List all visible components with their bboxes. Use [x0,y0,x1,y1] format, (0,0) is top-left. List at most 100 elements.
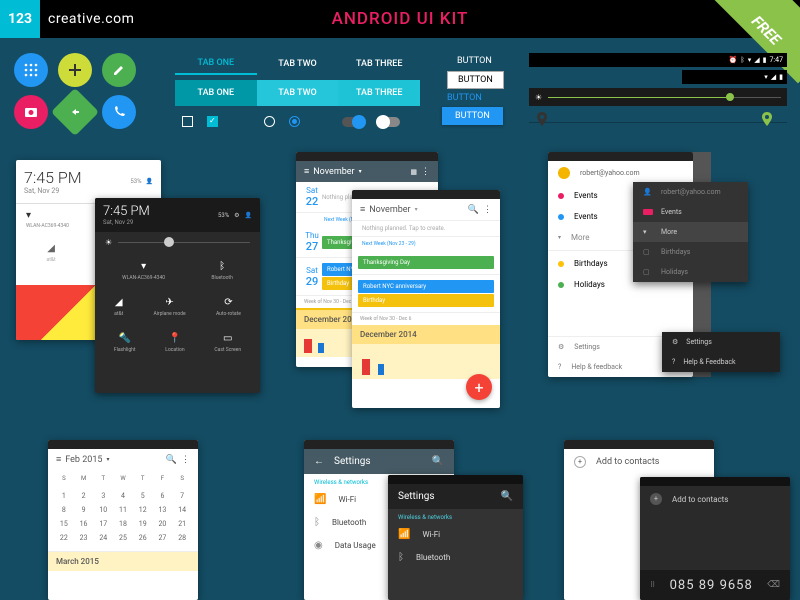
add-contact-icon[interactable]: + [574,456,586,468]
date-cell[interactable]: 2 [74,489,94,503]
tab-one-solid[interactable]: TAB ONE [175,80,257,106]
menu-icon[interactable]: ≡ [360,204,365,215]
settings-wifi-dark[interactable]: 📶Wi-Fi [388,523,523,546]
menu-icon[interactable]: ≡ [304,166,309,177]
more-icon[interactable]: ⋮ [181,455,190,465]
tab-two[interactable]: TAB TWO [257,53,339,75]
radio-unchecked[interactable] [264,116,275,127]
menu-email: 👤robert@yahoo.com [633,182,748,202]
tab-three[interactable]: TAB THREE [338,53,420,75]
wifi-icon: ▾ [764,73,768,81]
tab-one[interactable]: TAB ONE [175,53,257,75]
calendar-header[interactable]: ≡ November▾ ▦ ⋮ [296,161,438,182]
more-icon[interactable]: ⋮ [483,205,492,215]
back-icon[interactable]: ← [314,456,324,467]
add-icon[interactable] [58,53,92,87]
date-cell[interactable]: 5 [133,489,153,503]
camera-icon[interactable] [14,95,48,129]
menu-help[interactable]: ?Help & Feedback [662,352,780,372]
checkbox-checked[interactable] [207,116,218,127]
date-cell[interactable]: 26 [133,531,153,545]
qs-signal[interactable]: ◢at&t [47,243,56,263]
date-cell[interactable]: 22 [54,531,74,545]
qs-rotate[interactable]: ⟳Auto-rotate [216,297,241,317]
date-cell[interactable]: 10 [93,503,113,517]
tab-three-solid[interactable]: TAB THREE [338,80,420,106]
date-cell[interactable]: 17 [93,517,113,531]
qs-airplane[interactable]: ✈Airplane mode [153,297,185,317]
checkbox-unchecked[interactable] [182,116,193,127]
date-grid[interactable]: 1234567891011121314151617181920212223242… [48,487,198,547]
button-solid[interactable]: BUTTON [442,107,503,125]
button-outline[interactable]: BUTTON [447,71,504,89]
date-cell[interactable]: 14 [172,503,192,517]
edit-icon[interactable] [102,53,136,87]
weekday-row: SMTWTFS [48,470,198,487]
menu-birthdays[interactable]: ▢Birthdays [633,242,748,262]
search-icon[interactable]: 🔍 [501,491,513,502]
date-cell[interactable]: 1 [54,489,74,503]
date-cell[interactable]: 16 [74,517,94,531]
more-icon[interactable]: ⋮ [421,167,430,177]
date-cell[interactable]: 4 [113,489,133,503]
date-cell[interactable]: 8 [54,503,74,517]
date-cell[interactable]: 13 [153,503,173,517]
search-icon[interactable]: 🔍 [166,455,177,465]
qs-bluetooth[interactable]: ᛒBluetooth [211,261,232,281]
settings-icon[interactable]: ⚙ [234,212,239,219]
call-icon[interactable] [102,95,136,129]
today-icon[interactable]: ▦ [410,168,417,176]
tab-two-solid[interactable]: TAB TWO [257,80,339,106]
date-cell[interactable]: 7 [172,489,192,503]
date-cell[interactable]: 18 [113,517,133,531]
menu-settings[interactable]: ⚙Settings [662,332,780,352]
qs-location[interactable]: 📍Location [165,333,184,353]
date-cell[interactable]: 19 [133,517,153,531]
qs-wifi[interactable]: ▾WLAN-AC369-4340 [122,261,165,281]
signal-icon: ◢ [771,73,776,81]
date-cell[interactable]: 12 [133,503,153,517]
toggle-on[interactable] [342,117,364,127]
date-cell[interactable]: 21 [172,517,192,531]
avatar [558,167,570,179]
qs-cast[interactable]: ▭Cast Screen [214,333,241,353]
backspace-icon[interactable]: ⌫ [767,580,780,590]
pin-end-icon[interactable] [762,112,772,126]
button-ghost[interactable]: BUTTON [447,53,502,69]
date-cell[interactable]: 3 [93,489,113,503]
menu-holidays[interactable]: ▢Holidays [633,262,748,282]
settings-bt-dark[interactable]: ᛒBluetooth [388,546,523,569]
add-contact-icon[interactable]: + [650,493,662,505]
date-cell[interactable]: 24 [93,531,113,545]
menu-events[interactable]: Events [633,202,748,222]
button-link[interactable]: BUTTON [447,93,482,103]
radio-checked[interactable] [289,116,300,127]
quick-settings-dark: 7:45 PM Sat, Nov 29 53% ⚙ 👤 ☀ ▾WLAN-AC36… [95,198,260,393]
date-cell[interactable]: 11 [113,503,133,517]
date-cell[interactable]: 23 [74,531,94,545]
brightness-icon: ☀ [535,93,542,102]
date-cell[interactable]: 27 [153,531,173,545]
qs-flashlight[interactable]: 🔦Flashlight [114,333,136,353]
dialpad-icon[interactable] [14,53,48,87]
search-icon[interactable]: 🔍 [468,205,479,215]
fab-add[interactable]: + [466,374,492,400]
date-cell[interactable]: 9 [74,503,94,517]
date-cell[interactable]: 15 [54,517,74,531]
date-cell[interactable]: 6 [153,489,173,503]
profile-icon[interactable]: 👤 [245,212,252,219]
qs-signal[interactable]: ◢at&t [114,297,123,317]
date-cell[interactable]: 20 [153,517,173,531]
brightness-slider[interactable]: ☀ [529,88,787,106]
menu-more[interactable]: ▾More [633,222,748,242]
dialpad-icon[interactable]: ⠿ [650,581,655,589]
search-icon[interactable]: 🔍 [432,456,444,467]
pin-start-icon[interactable] [537,112,547,126]
range-slider[interactable] [529,122,787,123]
toggle-off[interactable] [378,117,400,127]
date-cell[interactable]: 25 [113,531,133,545]
menu-icon[interactable]: ≡ [56,454,61,465]
directions-icon[interactable] [51,88,99,136]
profile-icon[interactable]: 👤 [146,178,153,185]
date-cell[interactable]: 28 [172,531,192,545]
